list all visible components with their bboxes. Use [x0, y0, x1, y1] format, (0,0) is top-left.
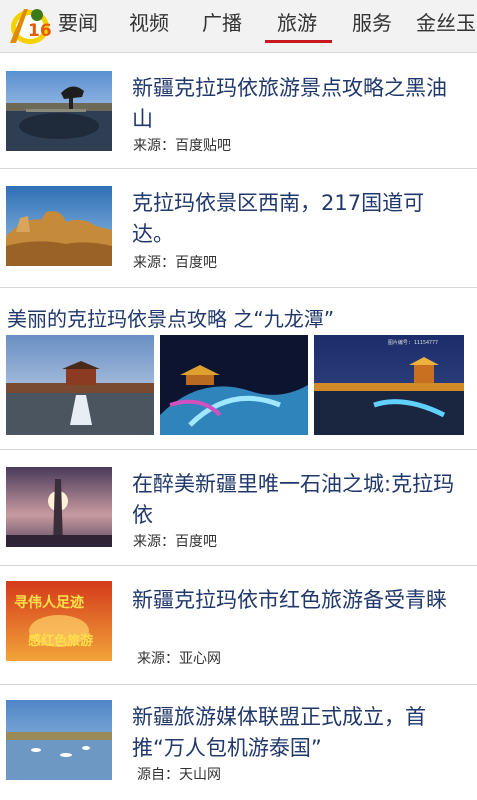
- gallery-article-item[interactable]: 美丽的克拉玛依景点攻略 之“九龙潭” 图片编号: 11154777: [0, 287, 477, 450]
- gallery-title[interactable]: 美丽的克拉玛依景点攻略 之“九龙潭”: [7, 305, 334, 333]
- tab-travel[interactable]: 旅游: [277, 10, 317, 36]
- article-source: 来源：百度吧: [133, 255, 217, 271]
- article-source: 来源：百度吧: [133, 534, 217, 550]
- article-thumbnail: [6, 71, 112, 151]
- tab-radio[interactable]: 广播: [202, 10, 242, 36]
- gallery-photo-1: [6, 335, 154, 435]
- article-source: 来源：亚心网: [137, 651, 221, 667]
- article-item[interactable]: 克拉玛依景区西南，217国道可达。 来源：百度吧: [0, 168, 477, 288]
- svg-text:16: 16: [28, 21, 52, 41]
- gallery-photo-3: 图片编号: 11154777: [314, 335, 464, 435]
- active-tab-indicator: [265, 40, 332, 43]
- photo-watermark: 图片编号: 11154777: [387, 340, 438, 346]
- article-item[interactable]: 寻伟人足迹 感红色旅游 新疆克拉玛依市红色旅游备受青睐 来源：亚心网: [0, 565, 477, 685]
- article-thumbnail: 寻伟人足迹 感红色旅游: [6, 581, 112, 661]
- article-title[interactable]: 新疆旅游媒体联盟正式成立，首推“万人包机游泰国”: [132, 702, 462, 764]
- poster-text: 寻伟人足迹: [14, 594, 84, 611]
- article-item[interactable]: 新疆旅游媒体联盟正式成立，首推“万人包机游泰国” 源自：天山网: [0, 684, 477, 800]
- article-source: 源自：天山网: [137, 767, 221, 783]
- article-title[interactable]: 新疆克拉玛依市红色旅游备受青睐: [132, 585, 462, 616]
- gallery-photo-2: [160, 335, 308, 435]
- article-source: 来源：百度贴吧: [133, 138, 231, 154]
- tab-video[interactable]: 视频: [129, 10, 169, 36]
- article-item[interactable]: 在醉美新疆里唯一石油之城:克拉玛依 来源：百度吧: [0, 449, 477, 566]
- top-nav-bar: 16 要闻 视频 广播 旅游 服务 金丝玉: [0, 0, 477, 53]
- app-logo-icon[interactable]: 16: [4, 3, 52, 49]
- tab-news[interactable]: 要闻: [58, 10, 98, 36]
- tab-service[interactable]: 服务: [352, 10, 392, 36]
- article-title[interactable]: 新疆克拉玛依旅游景点攻略之黑油山: [132, 73, 462, 135]
- article-thumbnail: [6, 700, 112, 780]
- tab-jade[interactable]: 金丝玉: [416, 10, 476, 36]
- article-thumbnail: [6, 467, 112, 547]
- article-thumbnail: [6, 186, 112, 266]
- article-title[interactable]: 在醉美新疆里唯一石油之城:克拉玛依: [132, 469, 462, 531]
- article-item[interactable]: 新疆克拉玛依旅游景点攻略之黑油山 来源：百度贴吧: [0, 53, 477, 169]
- article-title[interactable]: 克拉玛依景区西南，217国道可达。: [132, 188, 462, 250]
- poster-text: 感红色旅游: [28, 633, 93, 649]
